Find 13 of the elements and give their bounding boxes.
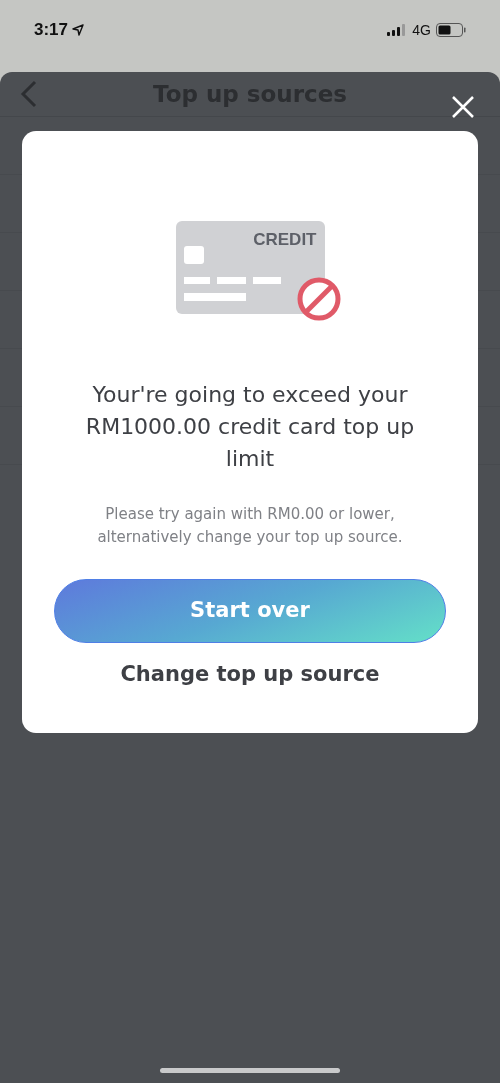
close-icon	[451, 95, 475, 119]
status-time: 3:17	[34, 19, 69, 42]
location-arrow-icon	[72, 24, 85, 36]
network-label: 4G	[412, 20, 431, 40]
dialog-title: Your're going to exceed your RM1000.00 credit card top up limit	[84, 381, 416, 473]
signal-icon	[387, 24, 408, 36]
dialog-message: Please try again with RM0.00 or lower, alternatively change your top up source.	[96, 504, 404, 548]
card-chip	[183, 246, 204, 264]
change-source-link[interactable]: Change top up source	[120, 659, 380, 691]
card-label: CREDIT	[253, 229, 317, 251]
close-button[interactable]	[450, 94, 476, 120]
prohibited-icon	[295, 276, 342, 322]
battery-icon	[436, 23, 466, 37]
